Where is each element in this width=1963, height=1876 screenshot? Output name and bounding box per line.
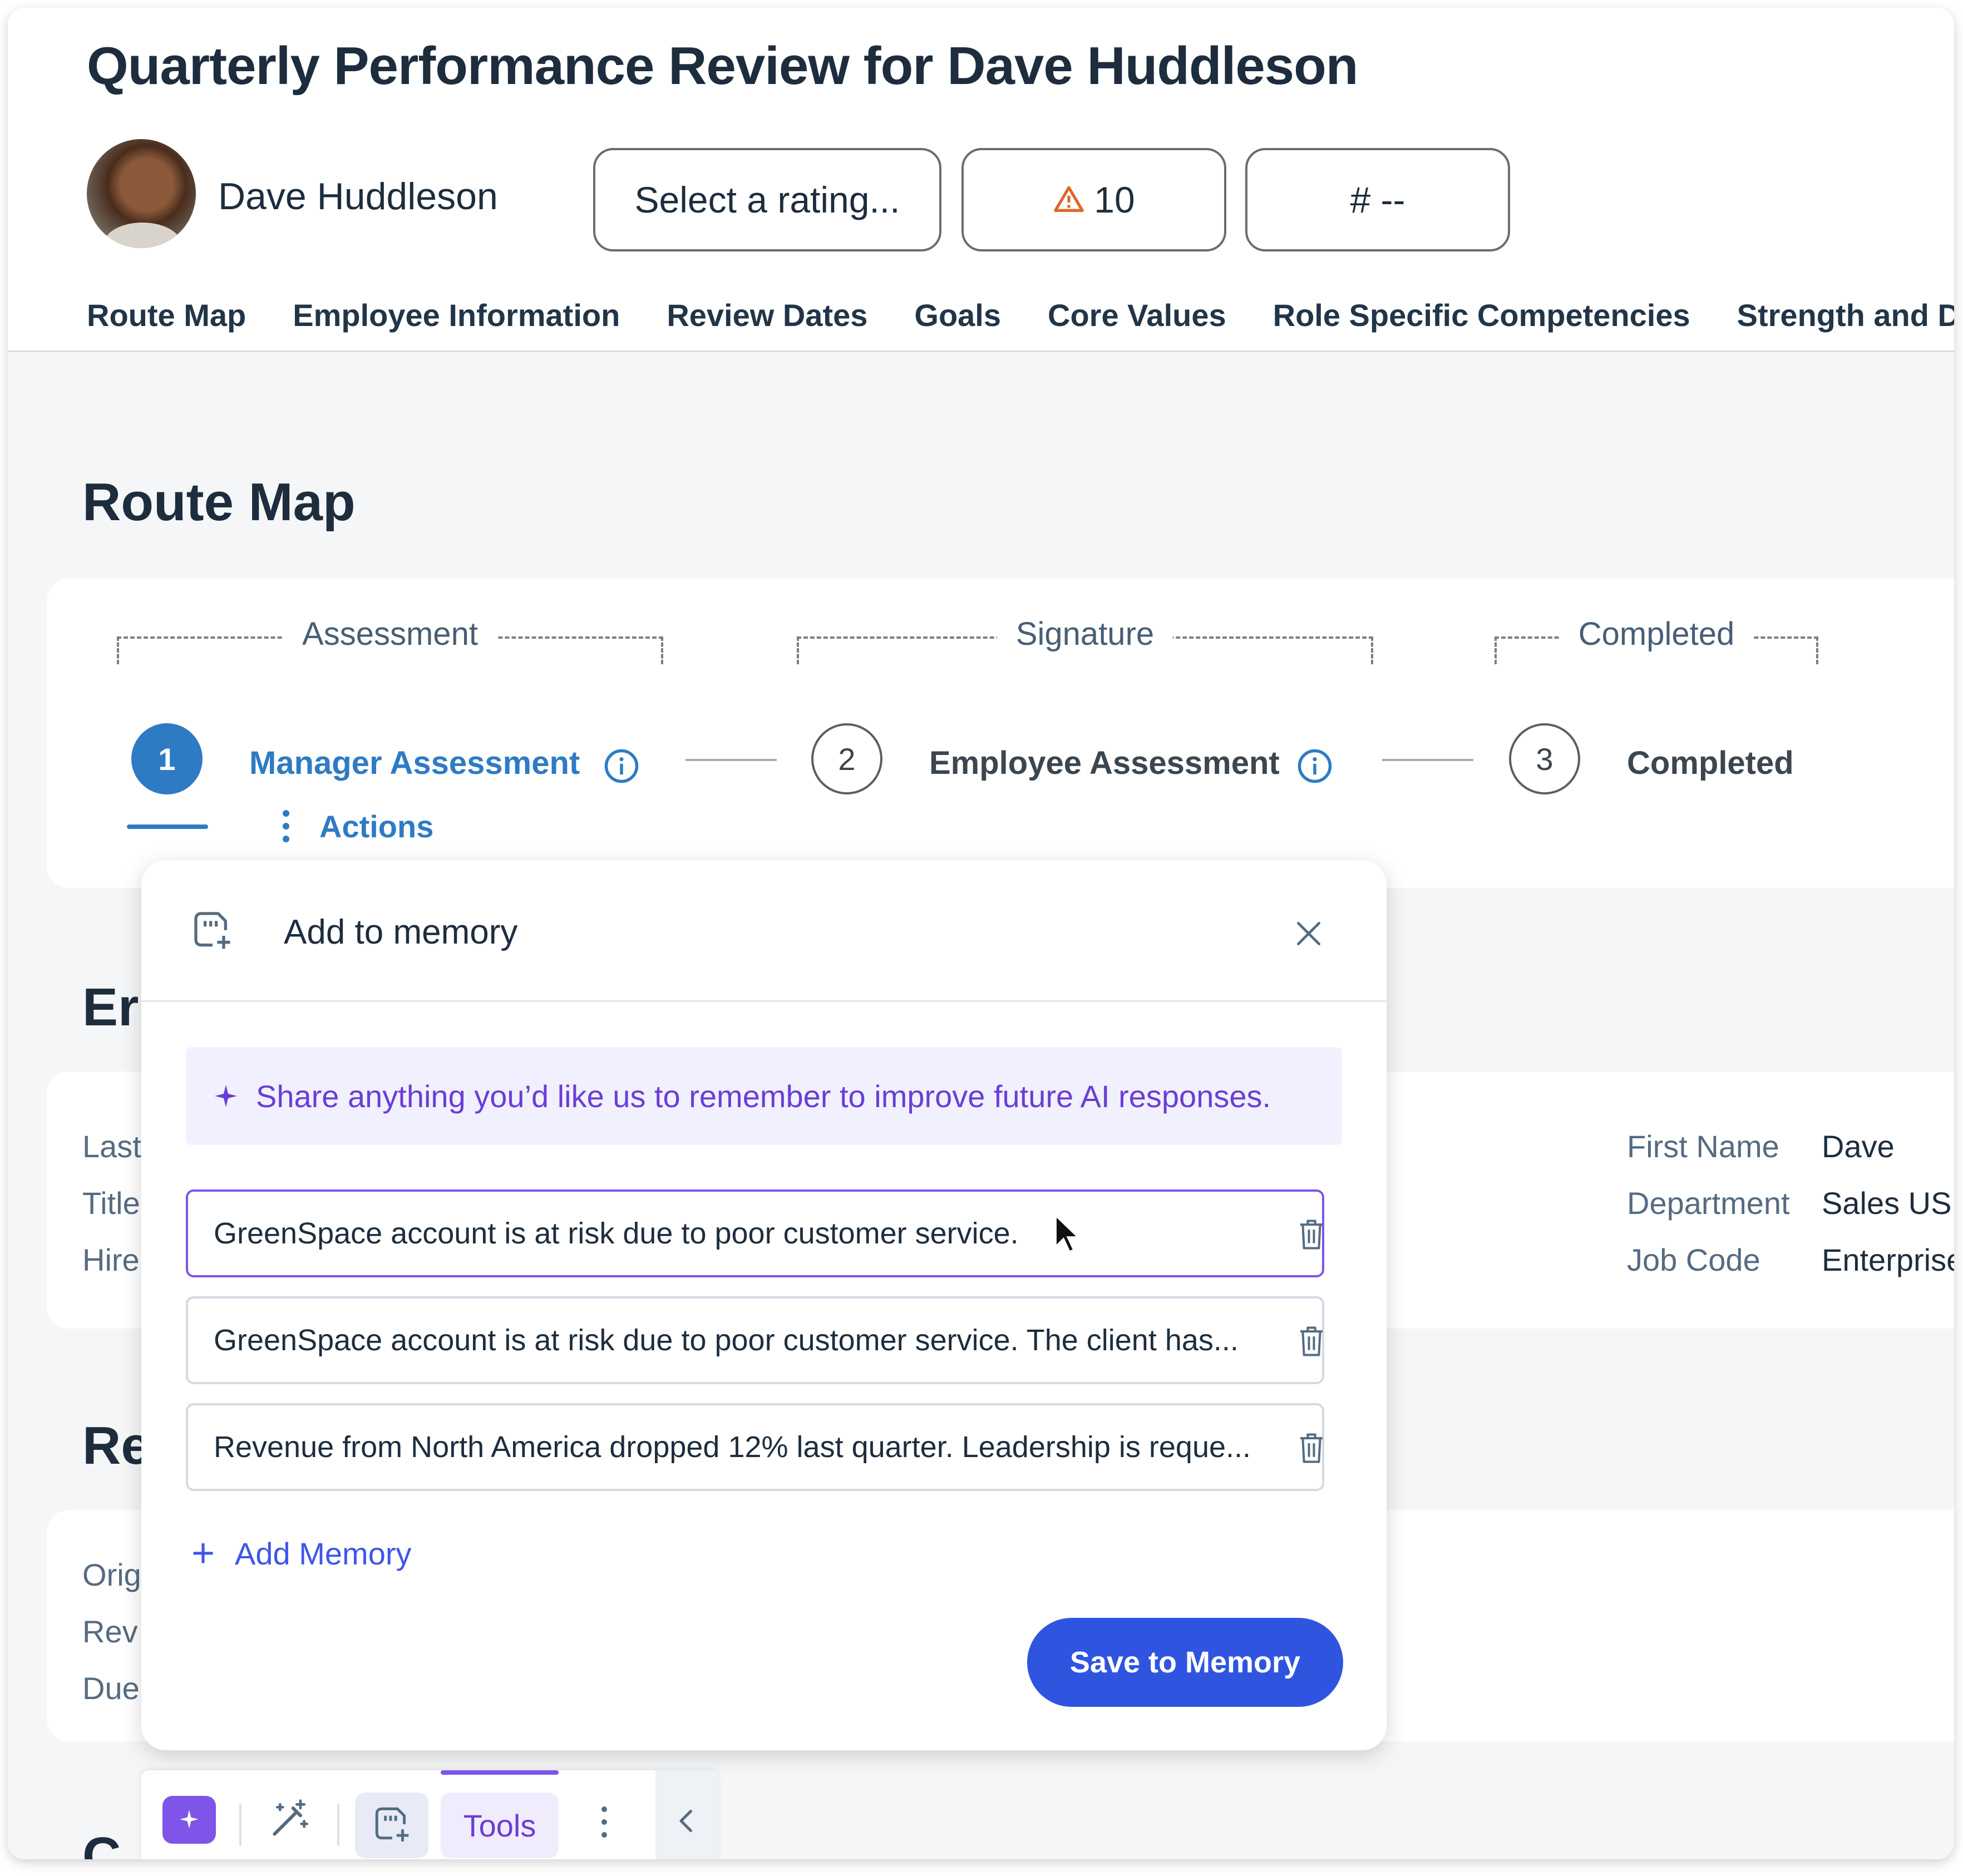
memory-input[interactable]: GreenSpace account is at risk due to poo…: [186, 1296, 1324, 1384]
warning-count: 10: [1094, 179, 1135, 220]
employee-section-title: Er: [82, 978, 139, 1037]
first-name-value: Dave: [1822, 1129, 1895, 1164]
tab-route-map[interactable]: Route Map: [87, 297, 246, 338]
ai-toolbar: Tools: [141, 1770, 718, 1859]
rating-select-placeholder: Select a rating...: [634, 179, 900, 220]
actions-label: Actions: [319, 808, 434, 844]
more-vertical-icon: [283, 810, 289, 842]
trash-icon[interactable]: [1296, 1432, 1326, 1464]
page-header: Quarterly Performance Review for Dave Hu…: [8, 8, 1954, 352]
route-map-title: Route Map: [82, 472, 356, 532]
title-label: Title: [82, 1186, 140, 1221]
tab-employee-information[interactable]: Employee Information: [293, 297, 620, 338]
step-manager-assessment[interactable]: Manager Assessment: [249, 744, 580, 782]
review-date-label: Rev: [82, 1614, 138, 1649]
section-tabs: Route Map Employee Information Review Da…: [87, 297, 1954, 338]
number-button[interactable]: # --: [1245, 148, 1510, 251]
phase-assessment-label: Assessment: [283, 615, 497, 653]
employee-name: Dave Huddleson: [218, 175, 498, 218]
toolbar-separator: [239, 1804, 241, 1846]
trash-icon[interactable]: [1296, 1218, 1326, 1251]
phase-completed: Completed: [1495, 615, 1818, 664]
warnings-button[interactable]: 10: [961, 148, 1226, 251]
add-memory-label: Add Memory: [235, 1536, 412, 1571]
phase-completed-label: Completed: [1559, 615, 1754, 653]
phase-signature: Signature: [797, 615, 1373, 664]
first-name-label: First Name: [1627, 1129, 1779, 1164]
tools-button[interactable]: Tools: [441, 1793, 559, 1858]
tab-role-specific-competencies[interactable]: Role Specific Competencies: [1273, 297, 1690, 338]
chevron-left-icon: [679, 1810, 692, 1832]
info-icon[interactable]: [1296, 748, 1333, 784]
original-date-label: Orig: [82, 1557, 141, 1592]
actions-button[interactable]: Actions: [280, 807, 433, 846]
ai-assistant-button[interactable]: [162, 1796, 216, 1844]
tab-core-values[interactable]: Core Values: [1048, 297, 1226, 338]
step-2-circle[interactable]: 2: [811, 723, 882, 794]
rating-select[interactable]: Select a rating...: [593, 148, 941, 251]
info-icon[interactable]: [603, 748, 640, 784]
step-employee-assessment[interactable]: Employee Assessment: [929, 744, 1280, 782]
tools-label: Tools: [463, 1808, 536, 1843]
close-icon[interactable]: [1293, 918, 1324, 949]
ai-notice: Share anything you’d like us to remember…: [186, 1047, 1342, 1145]
collapse-toolbar-button[interactable]: [655, 1770, 718, 1859]
trash-icon[interactable]: [1296, 1325, 1326, 1357]
plus-icon: +: [191, 1531, 215, 1576]
step-connector: [685, 759, 777, 761]
mouse-cursor-icon: [1054, 1214, 1081, 1253]
magic-wand-icon[interactable]: [267, 1797, 312, 1842]
add-memory-button[interactable]: + Add Memory: [191, 1533, 411, 1573]
memory-add-icon: [375, 1807, 409, 1842]
last-name-label: Last: [82, 1129, 141, 1164]
hire-date-label: Hire: [82, 1242, 140, 1277]
app-window: Quarterly Performance Review for Dave Hu…: [8, 8, 1954, 1859]
sparkle-icon: [180, 1810, 199, 1829]
step-3-circle[interactable]: 3: [1509, 723, 1580, 794]
tab-review-dates[interactable]: Review Dates: [667, 297, 867, 338]
memory-input[interactable]: Revenue from North America dropped 12% l…: [186, 1403, 1324, 1491]
job-code-label: Job Code: [1627, 1242, 1760, 1277]
dialog-title: Add to memory: [284, 913, 518, 951]
more-vertical-icon[interactable]: [599, 1803, 610, 1842]
phase-signature-label: Signature: [997, 615, 1173, 653]
sparkle-icon: [215, 1085, 237, 1107]
due-date-label: Due: [82, 1671, 140, 1706]
next-section-title: C: [82, 1826, 121, 1859]
screen: Quarterly Performance Review for Dave Hu…: [0, 0, 1963, 1876]
memory-input[interactable]: GreenSpace account is at risk due to poo…: [186, 1189, 1324, 1277]
notice-text: Share anything you’d like us to remember…: [256, 1078, 1271, 1114]
memory-tool-button[interactable]: [355, 1793, 428, 1858]
department-label: Department: [1627, 1186, 1790, 1221]
tab-goals[interactable]: Goals: [914, 297, 1001, 338]
step-1-circle[interactable]: 1: [131, 723, 203, 794]
active-step-indicator: [127, 825, 208, 829]
tools-active-indicator: [441, 1770, 559, 1775]
page-title: Quarterly Performance Review for Dave Hu…: [87, 36, 1358, 96]
number-value: # --: [1350, 179, 1405, 220]
save-to-memory-button[interactable]: Save to Memory: [1027, 1618, 1343, 1707]
step-completed[interactable]: Completed: [1627, 744, 1794, 782]
warning-icon: [1054, 186, 1084, 212]
avatar[interactable]: [87, 139, 196, 248]
department-value: Sales US: [1822, 1186, 1952, 1221]
step-connector: [1382, 759, 1473, 761]
toolbar-separator: [337, 1804, 339, 1846]
job-code-value: Enterprise: [1822, 1242, 1954, 1277]
tab-strength-and-development[interactable]: Strength and D: [1737, 297, 1954, 338]
memory-add-icon: [194, 912, 230, 949]
phase-assessment: Assessment: [117, 615, 663, 664]
dialog-header: Add to memory: [141, 860, 1387, 1002]
review-section-title: Re: [82, 1416, 151, 1475]
add-to-memory-dialog: Add to memory Share anything you’d like …: [141, 860, 1387, 1750]
